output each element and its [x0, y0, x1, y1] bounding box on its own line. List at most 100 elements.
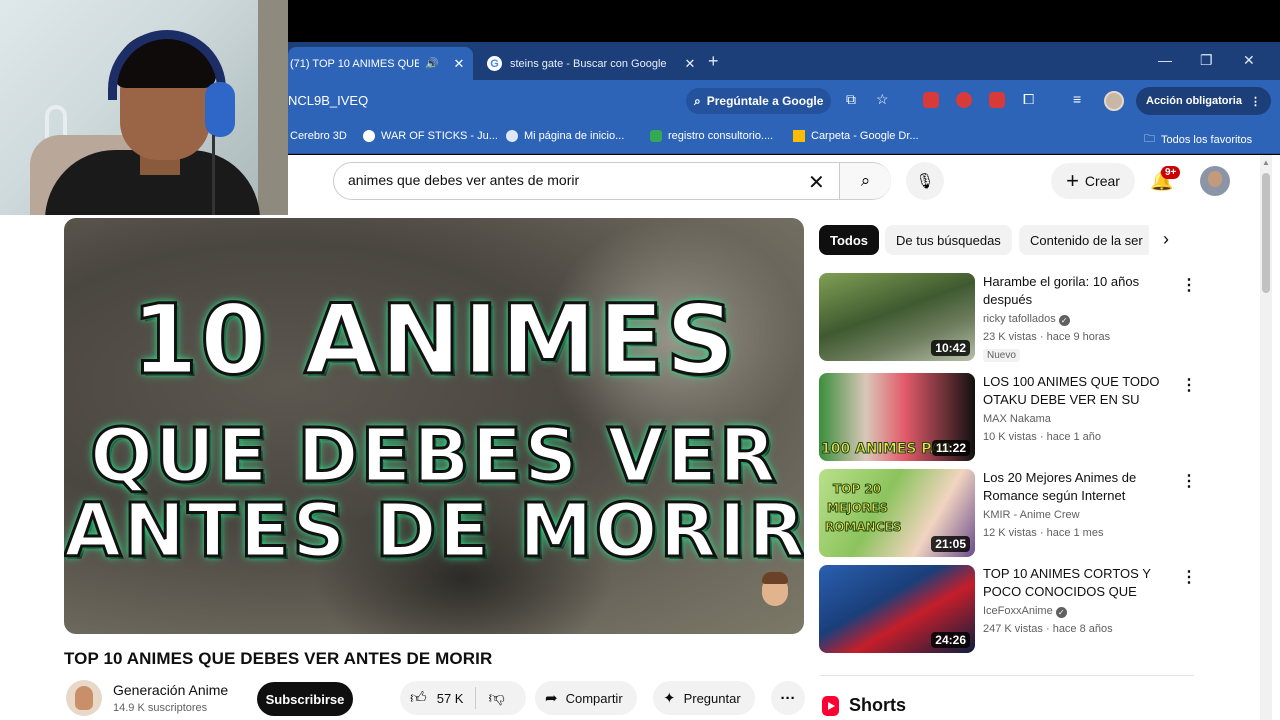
microphone-button[interactable]: 🎙: [906, 162, 944, 200]
install-app-icon[interactable]: ⧉: [846, 91, 856, 108]
puzzle-icon[interactable]: ⧠: [1023, 91, 1034, 108]
channel-label: ricky tafollados: [983, 313, 1056, 325]
ask-google-button[interactable]: ⌕ Pregúntale a Google: [686, 88, 832, 114]
video-thumbnail[interactable]: 100 ANIMES PAR 11:22: [819, 373, 975, 461]
scrollbar-thumb[interactable]: [1262, 173, 1270, 293]
list-item[interactable]: 10:42 Harambe el gorila: 10 años después…: [819, 273, 1199, 363]
search-button[interactable]: ⌕: [839, 163, 891, 199]
share-icon: ➦: [545, 690, 558, 707]
recommendation-title[interactable]: LOS 100 ANIMES QUE TODO OTAKU DEBE VER E…: [983, 373, 1173, 409]
video-thumbnail-text: 10 ANIMES: [130, 283, 737, 398]
avatar[interactable]: [1200, 166, 1230, 196]
minimize-button[interactable]: —: [1158, 52, 1172, 68]
tab-youtube-video[interactable]: (71) TOP 10 ANIMES QUE D 🔊 ✕: [288, 47, 473, 80]
google-icon: G: [487, 56, 502, 71]
bookmarks-bar: Cerebro 3D WAR OF STICKS - Ju... Mi pági…: [288, 122, 1280, 154]
plus-icon: +: [1066, 168, 1079, 193]
subscriber-count: 14.9 K suscriptores: [113, 702, 208, 714]
video-player[interactable]: 10 ANIMES QUE DEBES VER ANTES DE MORIR: [64, 218, 804, 634]
list-item[interactable]: TOP 20 MEJORES ROMANCES 21:05 Los 20 Mej…: [819, 469, 1199, 559]
thumbnail-caption: ROMANCES: [824, 520, 902, 535]
like-dislike-bar: 👍︎ 57 K 👎︎: [400, 681, 526, 715]
bookmark-item[interactable]: Cerebro 3D: [290, 130, 347, 142]
list-item[interactable]: 100 ANIMES PAR 11:22 LOS 100 ANIMES QUE …: [819, 373, 1199, 463]
more-actions-button[interactable]: ···: [771, 681, 805, 715]
drive-icon: [793, 130, 805, 142]
kebab-menu-icon[interactable]: ⋮: [1181, 375, 1197, 395]
window-close-button[interactable]: ✕: [1243, 52, 1255, 69]
close-icon[interactable]: ✕: [682, 56, 698, 72]
channel-watermark-icon[interactable]: [760, 570, 790, 610]
chip-contenido-de-la-serie[interactable]: Contenido de la ser: [1019, 225, 1149, 255]
more-horizontal-icon: ···: [780, 689, 796, 707]
channel-label: IceFoxxAnime: [983, 605, 1053, 617]
scrollbar[interactable]: ▲: [1260, 155, 1272, 720]
recommendation-meta: 23 K vistas · hace 9 horas: [983, 331, 1111, 343]
extension-icon[interactable]: [923, 92, 939, 108]
scroll-up-icon[interactable]: ▲: [1262, 158, 1270, 167]
channel-name[interactable]: Generación Anime: [113, 682, 228, 698]
recommendation-title[interactable]: Los 20 Mejores Animes de Romance según I…: [983, 469, 1173, 505]
lens-icon: ⌕: [694, 93, 701, 108]
recommendation-title[interactable]: TOP 10 ANIMES CORTOS Y POCO CONOCIDOS QU…: [983, 565, 1173, 601]
tab-title: (71) TOP 10 ANIMES QUE D: [290, 57, 420, 70]
recommendation-meta: 247 K vistas · hace 8 años: [983, 623, 1113, 635]
address-bar: NCL9B_IVEQ ⌕ Pregúntale a Google ⧉ ☆ ⧠ ≡…: [288, 80, 1280, 122]
kebab-menu-icon[interactable]: ⋮: [1181, 275, 1197, 295]
close-icon[interactable]: ✕: [451, 56, 467, 72]
avatar[interactable]: [66, 680, 102, 716]
screen: (71) TOP 10 ANIMES QUE D 🔊 ✕ G steins ga…: [0, 0, 1280, 720]
video-thumbnail[interactable]: 24:26: [819, 565, 975, 653]
extension-icon[interactable]: [956, 92, 972, 108]
like-button[interactable]: 👍︎ 57 K: [400, 687, 477, 709]
accion-obligatoria-button[interactable]: Acción obligatoria ⋮: [1136, 87, 1271, 115]
kebab-menu-icon[interactable]: ⋮: [1181, 471, 1197, 491]
sparkle-icon: ✦: [663, 690, 676, 707]
extension-icon[interactable]: [989, 92, 1005, 108]
kebab-menu-icon: ⋮: [1249, 95, 1261, 108]
shorts-icon: [822, 695, 839, 716]
speaker-icon[interactable]: 🔊: [425, 57, 439, 70]
clear-icon[interactable]: ✕: [808, 170, 825, 195]
bookmark-item[interactable]: Mi página de inicio...: [506, 130, 624, 142]
share-label: Compartir: [565, 690, 623, 706]
url-field[interactable]: NCL9B_IVEQ: [288, 93, 368, 108]
thumbs-down-icon: 👎︎: [488, 689, 505, 707]
verified-icon: ✓: [1058, 315, 1070, 326]
chip-de-tus-busquedas[interactable]: De tus búsquedas: [885, 225, 1012, 255]
ask-google-label: Pregúntale a Google: [706, 94, 824, 108]
ask-button[interactable]: ✦ Preguntar: [653, 681, 755, 715]
dislike-button[interactable]: 👎︎: [476, 689, 504, 708]
chevron-right-icon[interactable]: ›: [1163, 229, 1169, 250]
accion-label: Acción obligatoria: [1146, 95, 1242, 107]
video-thumbnail[interactable]: 10:42: [819, 273, 975, 361]
recommendation-title[interactable]: Harambe el gorila: 10 años después: [983, 273, 1173, 309]
bookmark-item[interactable]: WAR OF STICKS - Ju...: [363, 130, 498, 142]
recommendation-meta: 12 K vistas · hace 1 mes: [983, 527, 1104, 539]
new-tab-button[interactable]: +: [708, 51, 719, 72]
bookmark-item[interactable]: registro consultorio....: [650, 130, 773, 142]
create-button[interactable]: + Crear: [1051, 163, 1135, 199]
media-controls-icon[interactable]: ≡: [1073, 91, 1081, 107]
chip-todos[interactable]: Todos: [819, 225, 880, 255]
notification-badge: 9+: [1161, 166, 1181, 179]
list-item[interactable]: 24:26 TOP 10 ANIMES CORTOS Y POCO CONOCI…: [819, 565, 1199, 655]
tab-google-search[interactable]: G steins gate - Buscar con Google ✕: [483, 47, 698, 80]
search-input[interactable]: [348, 172, 798, 188]
verified-icon: ✓: [1055, 607, 1067, 618]
bookmark-star-icon[interactable]: ☆: [876, 91, 889, 108]
restore-button[interactable]: ❐: [1200, 52, 1213, 69]
video-thumbnail[interactable]: TOP 20 MEJORES ROMANCES 21:05: [819, 469, 975, 557]
all-bookmarks[interactable]: 🗀 Todos los favoritos: [1144, 130, 1252, 149]
share-button[interactable]: ➦ Compartir: [535, 681, 637, 715]
kebab-menu-icon[interactable]: ⋮: [1181, 567, 1197, 587]
microphone-icon: 🎙: [915, 173, 935, 190]
filter-chips: Todos De tus búsquedas Contenido de la s…: [819, 225, 1149, 255]
new-badge: Nuevo: [983, 349, 1020, 362]
thumbnail-caption: MEJORES: [827, 501, 889, 516]
search-icon: ⌕: [860, 171, 871, 190]
create-label: Crear: [1084, 173, 1120, 189]
avatar[interactable]: [1104, 91, 1124, 111]
bookmark-item[interactable]: Carpeta - Google Dr...: [793, 130, 919, 142]
subscribe-button[interactable]: Subscribirse: [257, 682, 353, 716]
